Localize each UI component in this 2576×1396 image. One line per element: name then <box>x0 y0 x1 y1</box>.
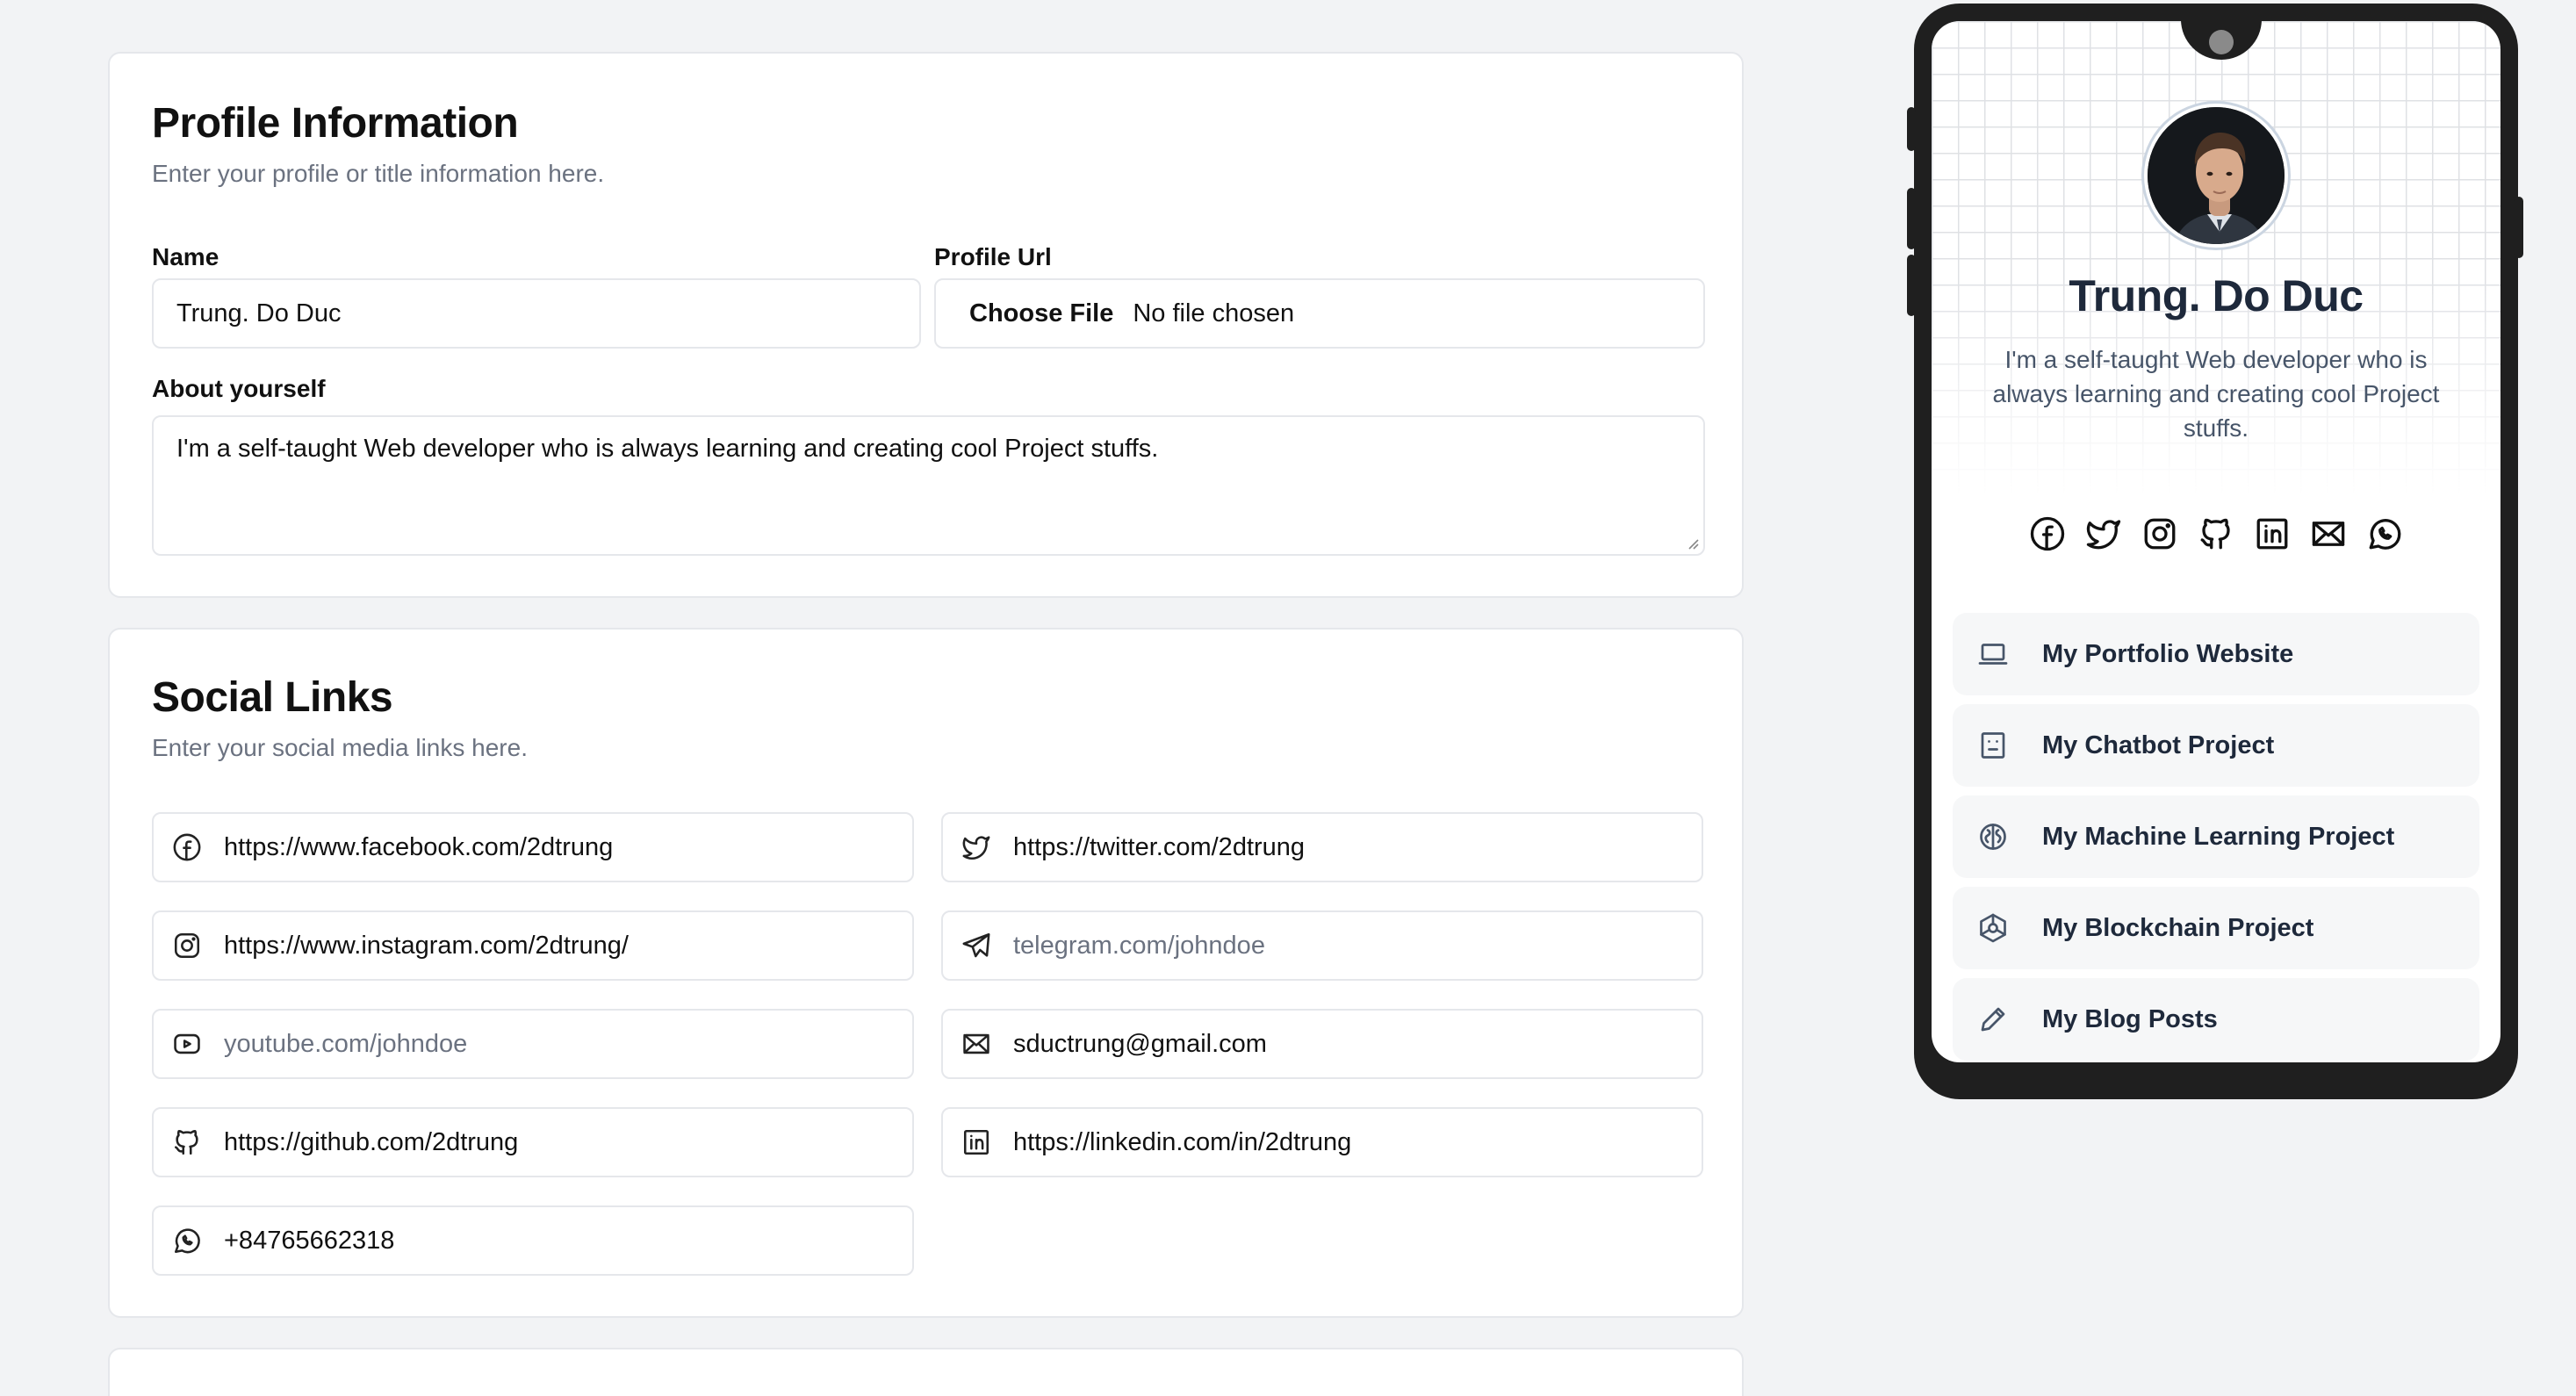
linkedin-link-input[interactable]: https://linkedin.com/in/2dtrung <box>941 1107 1703 1177</box>
blockchain-icon <box>1975 910 2011 946</box>
name-label: Name <box>152 243 219 270</box>
preview-name: Trung. Do Duc <box>2069 271 2364 320</box>
profile-card: Profile Information Enter your profile o… <box>108 52 1744 598</box>
whatsapp-link-value: +84765662318 <box>224 1226 395 1255</box>
preview-link-label: My Machine Learning Project <box>2042 822 2395 851</box>
social-title: Social Links <box>152 674 393 721</box>
whatsapp-link-input[interactable]: +84765662318 <box>152 1205 914 1276</box>
github-icon[interactable] <box>2197 515 2235 553</box>
social-subtitle: Enter your social media links here. <box>152 734 528 761</box>
brain-icon <box>1975 819 2011 854</box>
twitter-link-value: https://twitter.com/2dtrung <box>1013 832 1306 861</box>
preview-link-blog[interactable]: My Blog Posts <box>1953 978 2479 1061</box>
about-label: About yourself <box>152 375 326 402</box>
phone-side-button <box>2515 197 2523 258</box>
phone-side-button <box>1907 188 1916 249</box>
email-icon <box>961 1028 992 1060</box>
profile-title: Profile Information <box>152 100 519 147</box>
twitter-link-input[interactable]: https://twitter.com/2dtrung <box>941 812 1703 882</box>
telegram-link-placeholder: telegram.com/johndoe <box>1013 931 1265 960</box>
preview-link-machine-learning[interactable]: My Machine Learning Project <box>1953 795 2479 878</box>
telegram-link-input[interactable]: telegram.com/johndoe <box>941 910 1703 981</box>
facebook-icon <box>171 831 203 863</box>
preview-link-label: My Blockchain Project <box>2042 913 2314 942</box>
youtube-link-input[interactable]: youtube.com/johndoe <box>152 1009 914 1079</box>
facebook-link-value: https://www.facebook.com/2dtrung <box>224 832 614 861</box>
linkedin-link-value: https://linkedin.com/in/2dtrung <box>1013 1127 1352 1156</box>
profile-url-label: Profile Url <box>934 243 1052 270</box>
twitter-icon[interactable] <box>2084 515 2123 553</box>
linkedin-icon[interactable] <box>2253 515 2292 553</box>
instagram-link-value: https://www.instagram.com/2dtrung/ <box>224 931 629 960</box>
github-link-value: https://github.com/2dtrung <box>224 1127 519 1156</box>
preview-link-label: My Blog Posts <box>2042 1004 2218 1033</box>
profile-url-file-input[interactable]: Choose File No file chosen <box>934 278 1705 349</box>
preview-social-icons <box>1932 515 2500 553</box>
laptop-icon <box>1975 637 2011 672</box>
about-textarea-value: I'm a self-taught Web developer who is a… <box>176 435 1159 463</box>
file-status: No file chosen <box>1133 299 1295 327</box>
social-card: Social Links Enter your social media lin… <box>108 628 1744 1318</box>
github-icon <box>171 1126 203 1158</box>
whatsapp-icon <box>171 1225 203 1256</box>
youtube-link-placeholder: youtube.com/johndoe <box>224 1029 468 1058</box>
next-card <box>108 1348 1744 1396</box>
name-input[interactable]: Trung. Do Duc <box>152 278 921 349</box>
name-input-value: Trung. Do Duc <box>176 299 342 327</box>
email-icon[interactable] <box>2309 515 2348 553</box>
preview-link-portfolio[interactable]: My Portfolio Website <box>1953 613 2479 695</box>
preview-link-label: My Portfolio Website <box>2042 639 2294 668</box>
bot-icon <box>1975 728 2011 763</box>
preview-link-label: My Chatbot Project <box>2042 730 2275 759</box>
resize-grip-icon[interactable] <box>1684 535 1700 550</box>
camera-icon <box>2209 30 2234 54</box>
email-link-value: sductrung@gmail.com <box>1013 1029 1267 1058</box>
facebook-icon[interactable] <box>2028 515 2067 553</box>
preview-link-chatbot[interactable]: My Chatbot Project <box>1953 704 2479 787</box>
email-link-input[interactable]: sductrung@gmail.com <box>941 1009 1703 1079</box>
instagram-link-input[interactable]: https://www.instagram.com/2dtrung/ <box>152 910 914 981</box>
instagram-icon[interactable] <box>2141 515 2179 553</box>
preview-bio: I'm a self-taught Web developer who is a… <box>1992 346 2440 442</box>
linkedin-icon <box>961 1126 992 1158</box>
whatsapp-icon[interactable] <box>2365 515 2404 553</box>
preview-link-blockchain[interactable]: My Blockchain Project <box>1953 887 2479 969</box>
about-textarea[interactable]: I'm a self-taught Web developer who is a… <box>152 415 1705 556</box>
phone-side-button <box>1907 255 1916 316</box>
twitter-icon <box>961 831 992 863</box>
choose-file-button[interactable]: Choose File <box>936 299 1133 328</box>
profile-subtitle: Enter your profile or title information … <box>152 160 605 187</box>
instagram-icon <box>171 930 203 961</box>
phone-side-button <box>1907 107 1916 151</box>
facebook-link-input[interactable]: https://www.facebook.com/2dtrung <box>152 812 914 882</box>
pencil-icon <box>1975 1002 2011 1037</box>
telegram-icon <box>961 930 992 961</box>
avatar <box>2144 104 2288 248</box>
phone-screen: Trung. Do Duc I'm a self-taught Web deve… <box>1932 21 2500 1062</box>
github-link-input[interactable]: https://github.com/2dtrung <box>152 1107 914 1177</box>
phone-preview: Trung. Do Duc I'm a self-taught Web deve… <box>1907 4 2523 1099</box>
youtube-icon <box>171 1028 203 1060</box>
